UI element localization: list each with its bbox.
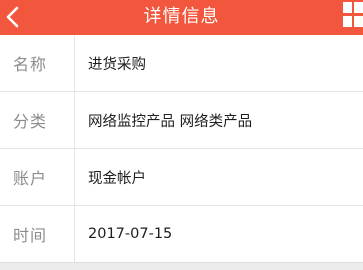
field-value: 进货采购 bbox=[88, 56, 146, 73]
field-label: 名称 bbox=[13, 55, 48, 74]
field-label: 账户 bbox=[13, 169, 48, 188]
field-value: 现金帐户 bbox=[88, 170, 146, 187]
page-title: 详情信息 bbox=[143, 6, 220, 27]
detail-row-account: 账户 现金帐户 bbox=[0, 149, 363, 205]
bottom-divider bbox=[0, 262, 363, 270]
column-divider bbox=[74, 92, 75, 148]
column-divider bbox=[74, 35, 75, 91]
detail-list: 名称 进货采购 分类 网络监控产品 网络类产品 账户 现金帐户 时间 2017-… bbox=[0, 35, 363, 262]
field-value: 网络监控产品 网络类产品 bbox=[88, 113, 253, 130]
column-divider bbox=[74, 149, 75, 205]
grid-menu-button[interactable] bbox=[341, 0, 363, 33]
detail-row-time: 时间 2017-07-15 bbox=[0, 206, 363, 262]
detail-row-name: 名称 进货采购 bbox=[0, 35, 363, 91]
field-label: 分类 bbox=[13, 112, 48, 131]
field-label: 时间 bbox=[13, 226, 48, 245]
column-divider bbox=[74, 206, 75, 262]
field-value: 2017-07-15 bbox=[88, 226, 173, 242]
header-bar: 详情信息 bbox=[0, 0, 363, 35]
detail-row-category: 分类 网络监控产品 网络类产品 bbox=[0, 92, 363, 148]
